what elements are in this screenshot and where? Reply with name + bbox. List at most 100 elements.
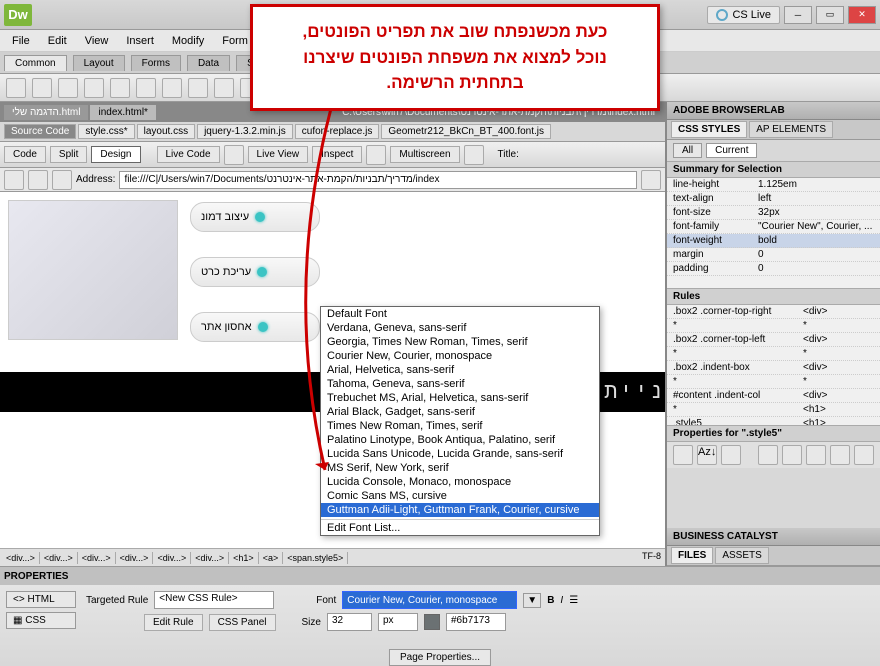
panel-business[interactable]: BUSINESS CATALYST — [667, 528, 880, 546]
tag[interactable]: <div...> — [40, 552, 78, 564]
related-file[interactable]: cufon-replace.js — [295, 124, 380, 139]
targeted-rule-select[interactable]: <New CSS Rule> — [154, 591, 274, 609]
nav-pill[interactable]: אחסון אתר — [190, 312, 320, 342]
tag[interactable]: <span.style5> — [283, 552, 348, 564]
font-option[interactable]: MS Serif, New York, serif — [321, 461, 599, 475]
font-option[interactable]: Georgia, Times New Roman, Times, serif — [321, 335, 599, 349]
menu-edit[interactable]: Edit — [40, 33, 75, 49]
tool-email[interactable] — [32, 78, 52, 98]
tab-data[interactable]: Data — [187, 55, 230, 71]
tool-anchor[interactable] — [58, 78, 78, 98]
align-left-icon[interactable]: ☰ — [569, 595, 578, 606]
font-option[interactable]: Arial, Helvetica, sans-serif — [321, 363, 599, 377]
check-browser-icon[interactable] — [224, 145, 244, 165]
home-icon[interactable] — [52, 170, 72, 190]
tag[interactable]: <div...> — [153, 552, 191, 564]
menu-insert[interactable]: Insert — [118, 33, 162, 49]
related-file[interactable]: jquery-1.3.2.min.js — [197, 124, 293, 139]
view-code[interactable]: Code — [4, 146, 46, 163]
trash-icon[interactable] — [854, 445, 874, 465]
font-option-highlighted[interactable]: Guttman Adii-Light, Guttman Frank, Couri… — [321, 503, 599, 517]
sort-set-icon[interactable] — [721, 445, 741, 465]
address-field[interactable]: file:///C|/Users/win7/Documents/מדריך/תב… — [119, 171, 637, 189]
font-option[interactable]: Lucida Console, Monaco, monospace — [321, 475, 599, 489]
tag[interactable]: <div...> — [2, 552, 40, 564]
edit-rule-button[interactable]: Edit Rule — [144, 614, 203, 631]
nav-pill[interactable]: עיצוב דמונ — [190, 202, 320, 232]
tab-apelements[interactable]: AP ELEMENTS — [749, 121, 833, 138]
tag[interactable]: <div...> — [116, 552, 154, 564]
related-file[interactable]: Geometr212_BkCn_BT_400.font.js — [381, 124, 551, 139]
mode-css-button[interactable]: ▦ CSS — [6, 612, 76, 629]
css-current-button[interactable]: Current — [706, 143, 757, 158]
disable-icon[interactable] — [830, 445, 850, 465]
color-swatch[interactable] — [424, 614, 440, 630]
attach-css-icon[interactable] — [758, 445, 778, 465]
doc-tab-1[interactable]: הדגמה שלי.html — [4, 105, 88, 120]
page-properties-button[interactable]: Page Properties... — [389, 649, 491, 666]
doc-tab-2[interactable]: index.html* — [90, 105, 155, 120]
maximize-button[interactable]: ▭ — [816, 6, 844, 24]
bold-button[interactable]: B — [547, 595, 554, 606]
font-edit-list[interactable]: Edit Font List... — [321, 519, 599, 535]
font-option[interactable]: Verdana, Geneva, sans-serif — [321, 321, 599, 335]
tool-widget[interactable] — [188, 78, 208, 98]
preview-icon[interactable] — [464, 145, 484, 165]
edit-rule-icon[interactable] — [806, 445, 826, 465]
tool-table[interactable] — [84, 78, 104, 98]
menu-modify[interactable]: Modify — [164, 33, 212, 49]
css-all-button[interactable]: All — [673, 143, 702, 158]
related-file[interactable]: style.css* — [78, 124, 134, 139]
font-option[interactable]: Times New Roman, Times, serif — [321, 419, 599, 433]
tab-forms[interactable]: Forms — [131, 55, 181, 71]
tool-div[interactable] — [110, 78, 130, 98]
tab-layout[interactable]: Layout — [73, 55, 125, 71]
tag[interactable]: <h1> — [229, 552, 259, 564]
font-option[interactable]: Tahoma, Geneva, sans-serif — [321, 377, 599, 391]
panel-browserlab[interactable]: ADOBE BROWSERLAB — [667, 102, 880, 120]
tag[interactable]: <div...> — [78, 552, 116, 564]
tool-media[interactable] — [162, 78, 182, 98]
close-button[interactable]: ✕ — [848, 6, 876, 24]
address-go-icon[interactable] — [641, 170, 661, 190]
font-option[interactable]: Trebuchet MS, Arial, Helvetica, sans-ser… — [321, 391, 599, 405]
tool-date[interactable] — [214, 78, 234, 98]
view-liveview[interactable]: Live View — [248, 146, 309, 163]
font-option[interactable]: Courier New, Courier, monospace — [321, 349, 599, 363]
font-option[interactable]: Palatino Linotype, Book Antiqua, Palatin… — [321, 433, 599, 447]
tab-files[interactable]: FILES — [671, 547, 713, 564]
font-option[interactable]: Comic Sans MS, cursive — [321, 489, 599, 503]
tab-common[interactable]: Common — [4, 55, 67, 71]
tag[interactable]: <a> — [259, 552, 284, 564]
view-inspect[interactable]: Inspect — [312, 146, 362, 163]
font-option[interactable]: Default Font — [321, 307, 599, 321]
menu-file[interactable]: File — [4, 33, 38, 49]
dropdown-icon[interactable]: ▼ — [523, 593, 541, 608]
tool-image[interactable] — [136, 78, 156, 98]
tag[interactable]: <div...> — [191, 552, 229, 564]
font-option[interactable]: Lucida Sans Unicode, Lucida Grande, sans… — [321, 447, 599, 461]
tab-cssstyles[interactable]: CSS STYLES — [671, 121, 747, 138]
font-option[interactable]: Arial Black, Gadget, sans-serif — [321, 405, 599, 419]
cslive-button[interactable]: CS Live — [707, 6, 780, 24]
forward-icon[interactable] — [28, 170, 48, 190]
back-icon[interactable] — [4, 170, 24, 190]
minimize-button[interactable]: ─ — [784, 6, 812, 24]
new-rule-icon[interactable] — [782, 445, 802, 465]
sort-category-icon[interactable] — [673, 445, 693, 465]
tab-assets[interactable]: ASSETS — [715, 547, 768, 564]
refresh-icon[interactable] — [366, 145, 386, 165]
view-livecode[interactable]: Live Code — [157, 146, 220, 163]
view-multiscreen[interactable]: Multiscreen — [390, 146, 459, 163]
menu-view[interactable]: View — [77, 33, 117, 49]
font-select[interactable]: Courier New, Courier, monospace — [342, 591, 517, 609]
nav-pill[interactable]: עריכת כרט — [190, 257, 320, 287]
mode-html-button[interactable]: <> HTML — [6, 591, 76, 608]
view-design[interactable]: Design — [91, 146, 140, 163]
italic-button[interactable]: I — [560, 595, 563, 606]
css-panel-button[interactable]: CSS Panel — [209, 614, 276, 631]
tool-hyperlink[interactable] — [6, 78, 26, 98]
related-file[interactable]: layout.css — [137, 124, 195, 139]
sort-az-icon[interactable]: Az↓ — [697, 445, 717, 465]
related-source[interactable]: Source Code — [4, 124, 76, 139]
